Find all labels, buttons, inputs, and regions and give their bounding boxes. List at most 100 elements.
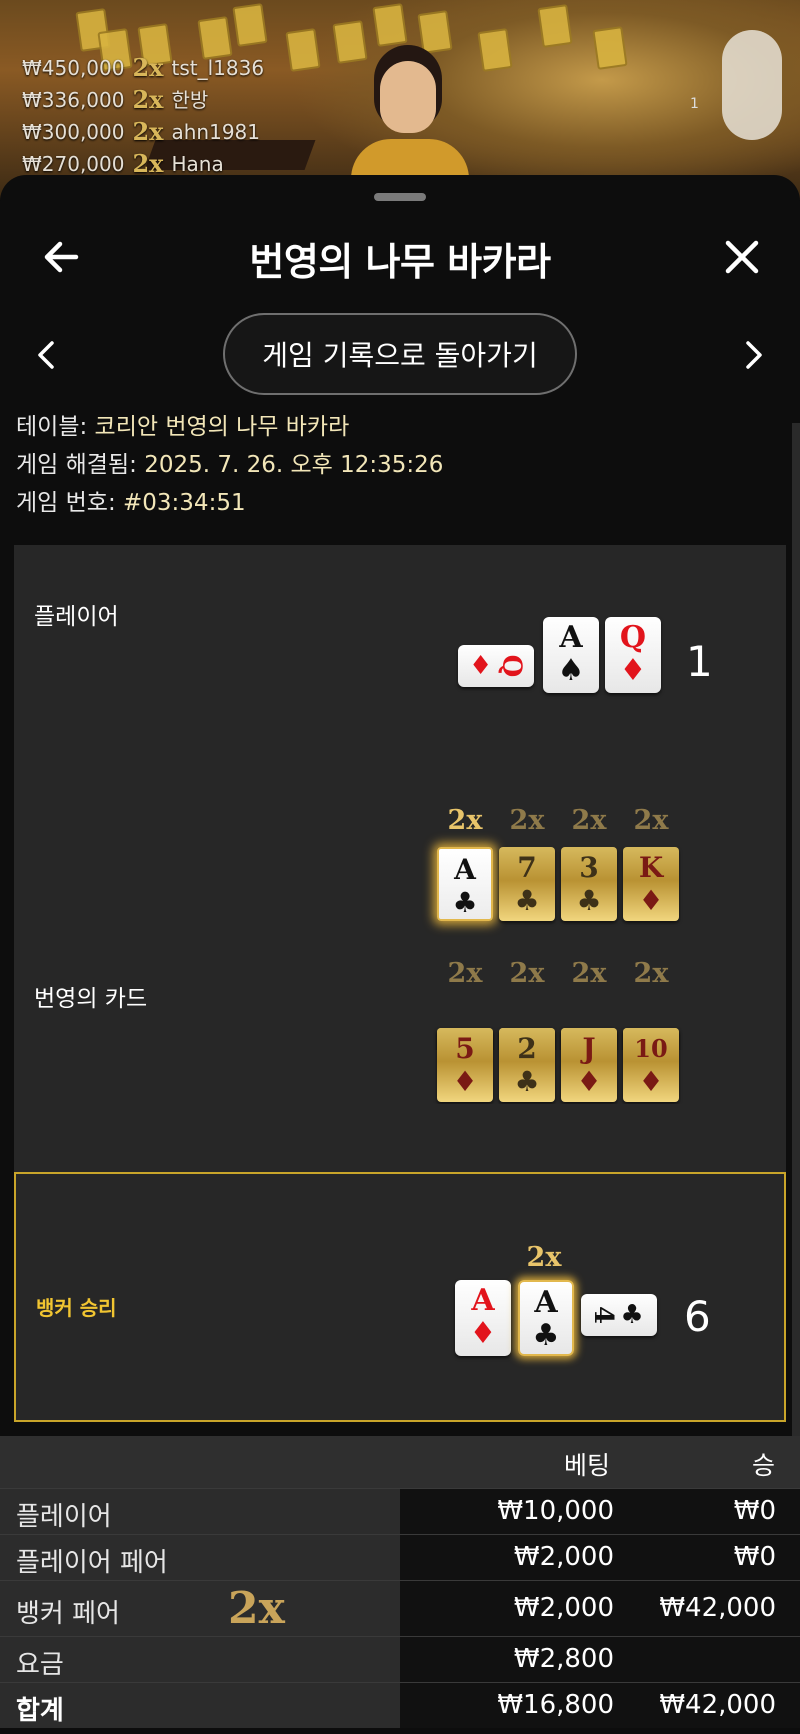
multiplier-label: 2x — [447, 958, 483, 989]
winner-amount: ₩336,000 — [22, 88, 125, 112]
gold-lantern — [477, 28, 513, 72]
card-suit: ♠ — [557, 653, 585, 688]
gold-lantern — [537, 4, 573, 48]
card-rank: 4 — [588, 1305, 619, 1325]
prosperity-label: 번영의 카드 — [34, 986, 148, 1012]
card-rank: A — [559, 620, 583, 655]
winner-user: 한방 — [171, 88, 209, 112]
live-winners-list: ₩450,000 2x tst_l1836 ₩336,000 2x 한방 ₩30… — [22, 52, 264, 180]
row-win: ₩42,000 — [659, 1593, 776, 1623]
row-win: ₩0 — [733, 1496, 776, 1526]
player-score: 1 — [686, 637, 713, 686]
row-name: 요금 — [16, 1650, 64, 1680]
resolved-label: 게임 해결됨: — [16, 452, 137, 478]
prosperity-card: J ♦ — [561, 1028, 617, 1102]
player-label: 플레이어 — [34, 604, 119, 630]
multiplier-label: 2x — [571, 805, 607, 836]
winner-row: ₩450,000 2x tst_l1836 — [22, 52, 264, 84]
gold-lantern — [285, 28, 321, 72]
gold-lantern — [232, 3, 268, 47]
multiplier-label: 2x — [633, 958, 669, 989]
player-card: A ♠ — [543, 617, 599, 693]
prosperity-card-active: A ♣ — [437, 847, 493, 921]
winner-user: ahn1981 — [171, 120, 261, 144]
banker-multiplier: 2x — [526, 1242, 562, 1273]
card-suit: ♦ — [469, 1316, 497, 1351]
winner-multiplier: 2x — [132, 117, 164, 146]
game-number-info: 게임 번호: #03:34:51 — [16, 483, 246, 517]
card-suit: ♣ — [532, 1318, 560, 1353]
winner-amount: ₩450,000 — [22, 56, 125, 80]
row-name: 플레이어 — [16, 1502, 112, 1532]
card-rank: A — [471, 1283, 495, 1318]
card-suit: ♦ — [452, 1065, 478, 1098]
winner-multiplier: 2x — [132, 85, 164, 114]
card-suit: ♦ — [638, 884, 664, 917]
page-title: 번영의 나무 바카라 — [249, 240, 551, 284]
multiplier-label: 2x — [571, 958, 607, 989]
prosperity-card: 5 ♦ — [437, 1028, 493, 1102]
card-suit: ♣ — [576, 884, 602, 917]
col-win-header: 승 — [752, 1451, 776, 1480]
winner-multiplier: 2x — [132, 53, 164, 82]
resolved-value: 2025. 7. 26. 오후 12:35:26 — [144, 452, 444, 478]
game-number-label: 게임 번호: — [16, 490, 116, 516]
card-rank: Q — [496, 654, 527, 678]
card-suit: ♣ — [514, 1065, 540, 1098]
card-rank: A — [454, 853, 476, 886]
sheet-grabber[interactable] — [374, 193, 426, 201]
row-win: ₩0 — [733, 1542, 776, 1572]
prosperity-card: 3 ♣ — [561, 847, 617, 921]
multiplier-label: 2x — [633, 805, 669, 836]
prosperity-card: K ♦ — [623, 847, 679, 921]
card-rank: 2 — [517, 1032, 537, 1065]
live-stream-background: ₩450,000 2x tst_l1836 ₩336,000 2x 한방 ₩30… — [0, 0, 800, 200]
card-rank: J — [582, 1032, 596, 1065]
board-filler — [14, 1104, 786, 1172]
table-row: 뱅커 페어 2x ₩2,000 ₩42,000 — [0, 1580, 800, 1636]
close-icon[interactable] — [720, 235, 764, 279]
table-row: 플레이어 ₩10,000 ₩0 — [0, 1488, 800, 1534]
row-multiplier: 2x — [228, 1583, 285, 1634]
banker-result-box: 뱅커 승리 2x A ♦ A ♣ 4♣ 6 — [14, 1172, 786, 1422]
back-to-history-button[interactable]: 게임 기록으로 돌아가기 — [223, 313, 577, 395]
row-bet: ₩16,800 — [497, 1690, 614, 1720]
table-value: 코리안 번영의 나무 바카라 — [94, 414, 350, 440]
gold-lantern — [592, 26, 628, 70]
game-number-value: #03:34:51 — [123, 490, 246, 516]
table-info: 테이블: 코리안 번영의 나무 바카라 — [16, 407, 349, 441]
row-bet: ₩2,000 — [513, 1593, 614, 1623]
row-bet: ₩10,000 — [497, 1496, 614, 1526]
card-suit: ♣ — [514, 884, 540, 917]
winner-row: ₩300,000 2x ahn1981 — [22, 116, 264, 148]
card-suit: ♦ — [576, 1065, 602, 1098]
multiplier-label: 2x — [509, 805, 545, 836]
table-label: 테이블: — [16, 414, 88, 440]
gold-lantern — [417, 10, 453, 54]
card-rank: 3 — [579, 851, 599, 884]
banker-win-label: 뱅커 승리 — [36, 1296, 117, 1320]
banker-score: 6 — [684, 1292, 711, 1341]
table-row-total: 합계 ₩16,800 ₩42,000 — [0, 1682, 800, 1728]
chevron-right-icon[interactable] — [738, 335, 770, 375]
card-rank: 5 — [455, 1032, 475, 1065]
multiplier-label: 2x — [447, 805, 483, 836]
row-name: 합계 — [16, 1696, 64, 1726]
col-bet-header: 베팅 — [564, 1451, 611, 1480]
table-row: 요금 ₩2,800 — [0, 1636, 800, 1682]
live-counter: 1 — [690, 96, 699, 112]
chevron-left-icon[interactable] — [30, 335, 62, 375]
winner-row: ₩336,000 2x 한방 — [22, 84, 264, 116]
resolved-info: 게임 해결됨: 2025. 7. 26. 오후 12:35:26 — [16, 445, 443, 479]
player-card-side: ♦ Q — [458, 645, 534, 687]
winner-amount: ₩300,000 — [22, 120, 125, 144]
card-rank: A — [534, 1285, 558, 1320]
banker-card-side: 4♣ — [581, 1294, 657, 1336]
prosperity-card: 10 ♦ — [623, 1028, 679, 1102]
player-card: Q ♦ — [605, 617, 661, 693]
banker-card-highlight: A ♣ — [518, 1280, 574, 1356]
card-suit: ♦ — [469, 651, 493, 681]
game-board: 플레이어 ♦ Q A ♠ Q ♦ 1 2x 2x 2x 2x A ♣ 7 ♣ 3 … — [14, 545, 786, 1050]
sheet-header: 번영의 나무 바카라 — [0, 215, 800, 305]
card-rank: 10 — [634, 1034, 668, 1063]
